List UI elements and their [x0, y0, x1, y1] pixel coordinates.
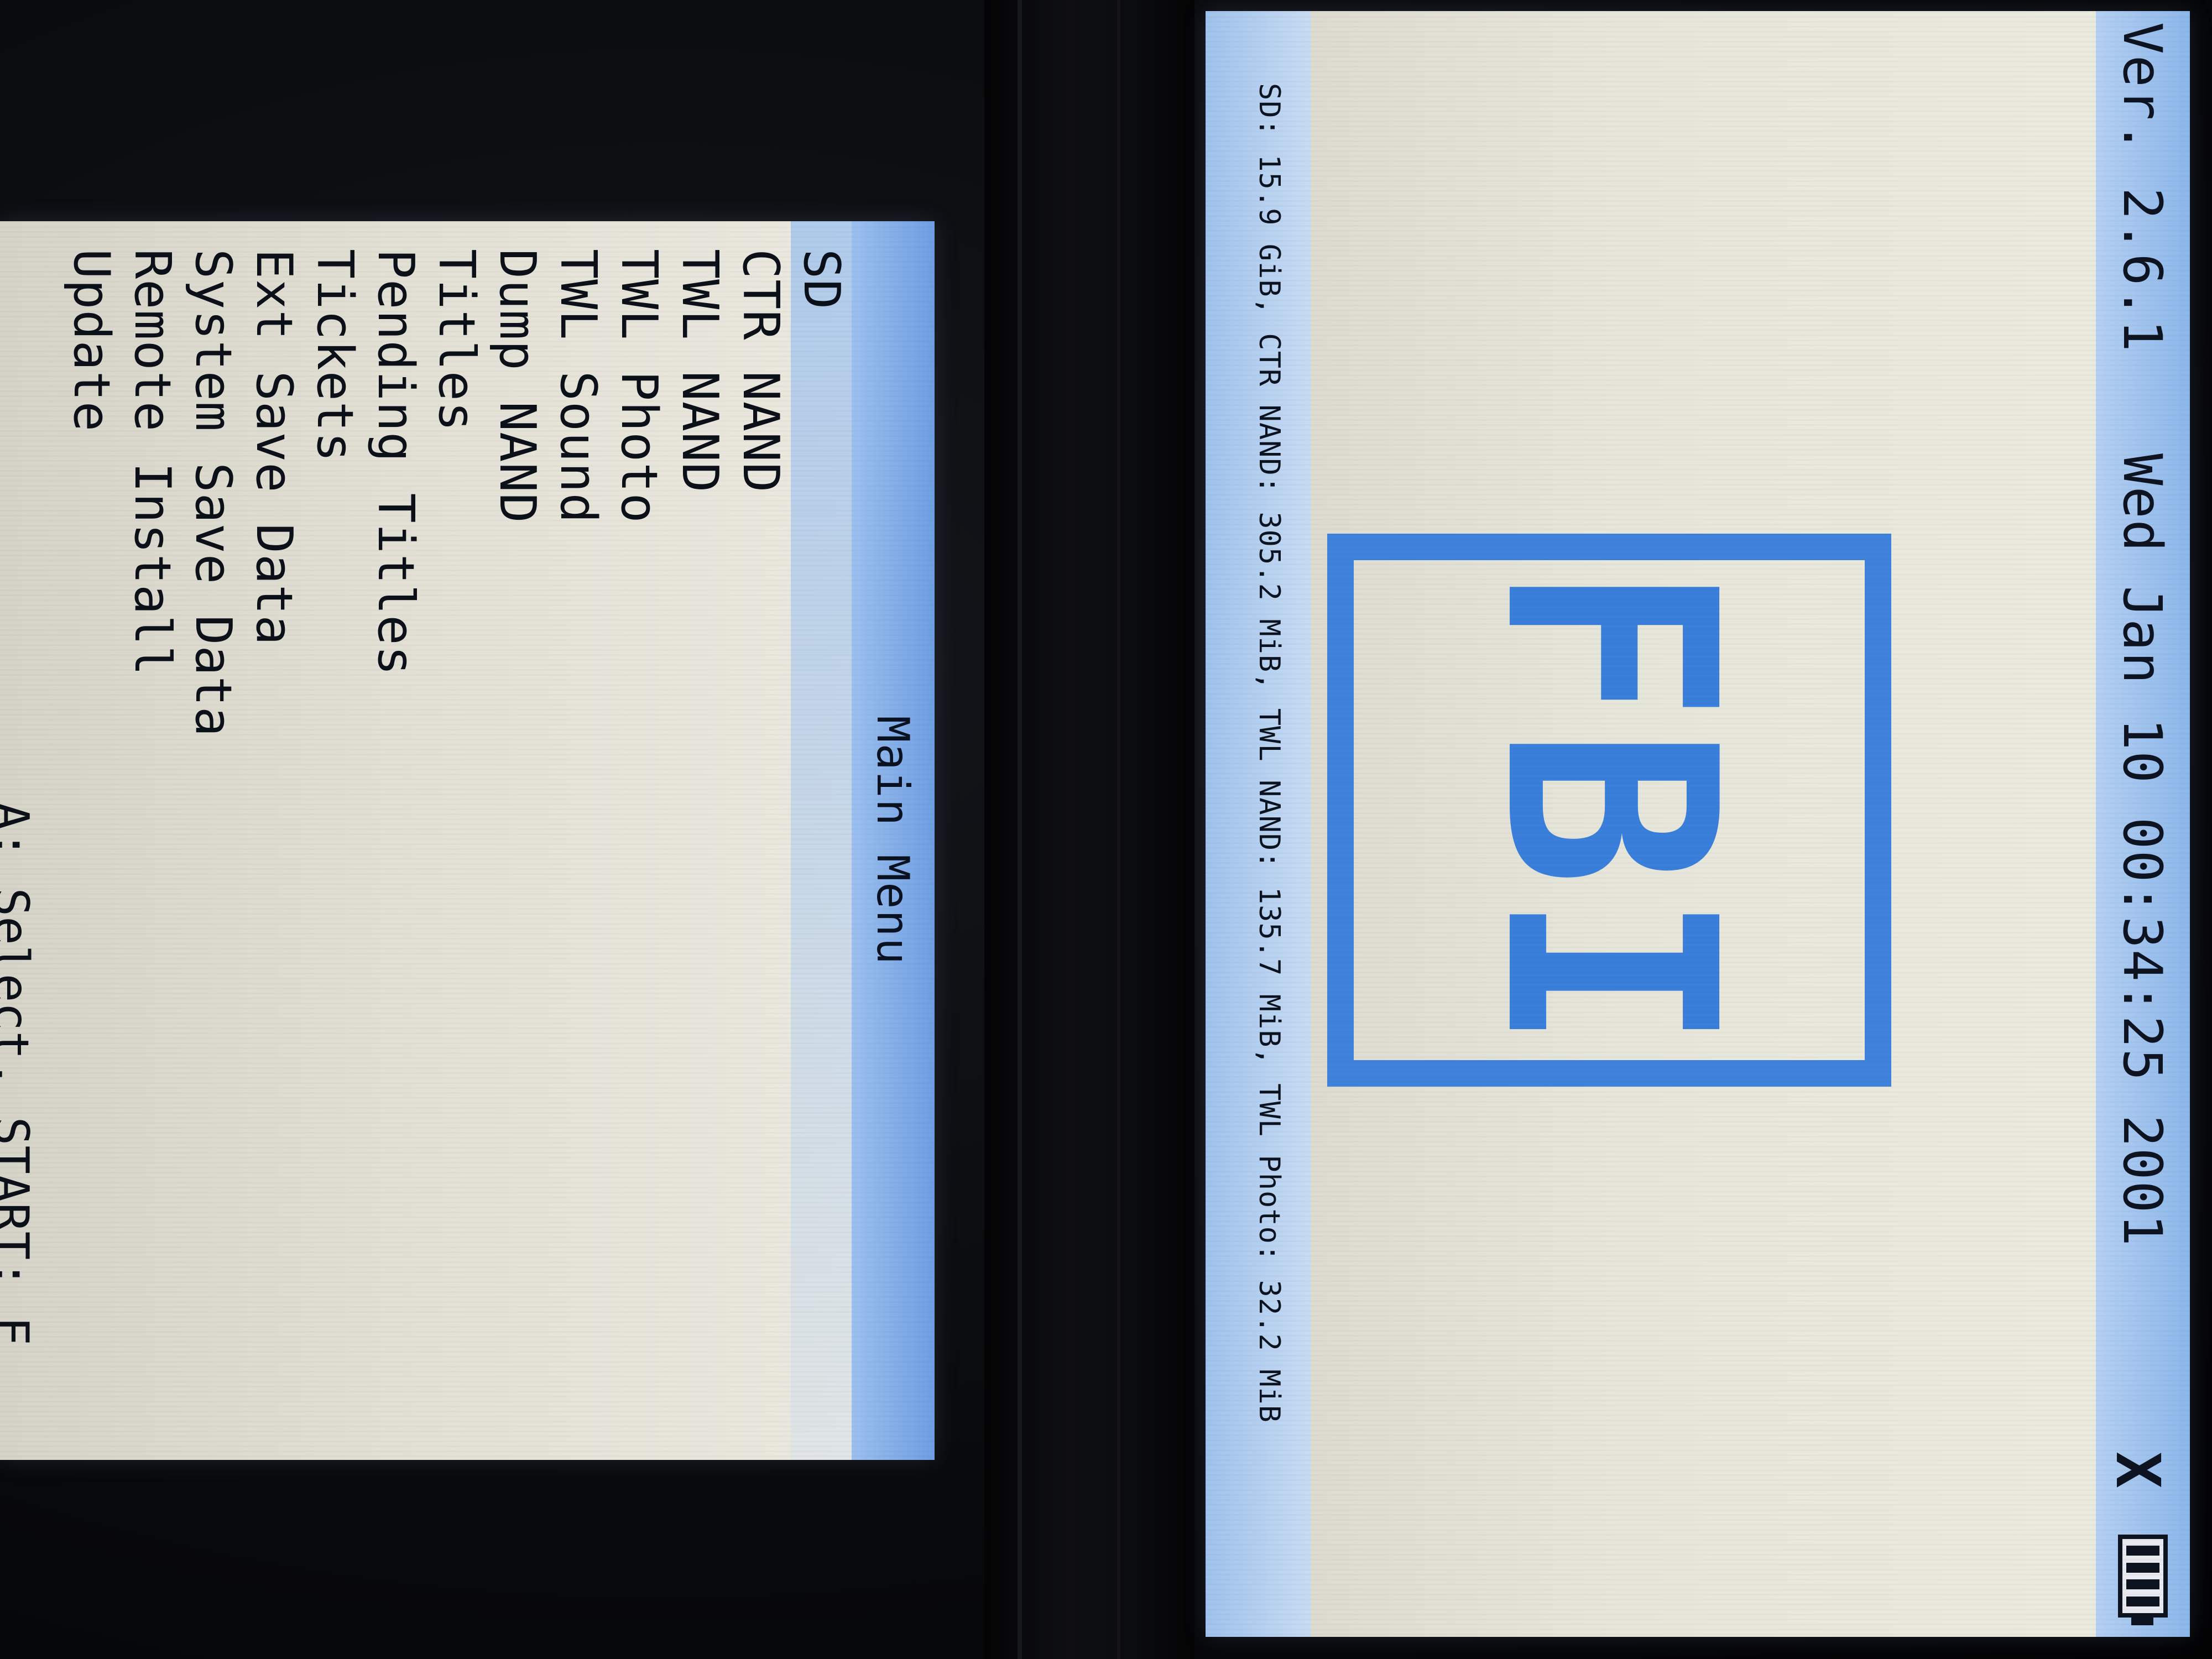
- controls-hint: A: Select, START: E: [0, 802, 39, 1346]
- main-menu-list: SD CTR NAND TWL NAND TWL Photo TWL Sound…: [0, 221, 852, 1460]
- menu-title: Main Menu: [867, 716, 919, 966]
- menu-item-twl-photo[interactable]: TWL Photo: [608, 249, 669, 1460]
- menu-item-twl-nand[interactable]: TWL NAND: [669, 249, 730, 1460]
- storage-info: SD: 15.9 GiB, CTR NAND: 305.2 MiB, TWL N…: [1253, 83, 1286, 1423]
- menu-item-update[interactable]: Update: [61, 249, 122, 1460]
- menu-item-remote-install[interactable]: Remote Install: [122, 249, 182, 1460]
- menu-item-pending-titles[interactable]: Pending Titles: [365, 249, 426, 1460]
- wifi-off-icon: X: [2103, 1452, 2173, 1489]
- menu-item-sd[interactable]: SD: [791, 221, 852, 1460]
- storage-info-bar: SD: 15.9 GiB, CTR NAND: 305.2 MiB, TWL N…: [1206, 11, 1311, 1637]
- menu-item-system-save-data[interactable]: System Save Data: [182, 249, 243, 1460]
- menu-item-ctr-nand[interactable]: CTR NAND: [730, 249, 791, 1460]
- top-screen: Ver. 2.6.1 Wed Jan 10 00:34:25 2001 X FB…: [1206, 11, 2190, 1637]
- status-bar: Ver. 2.6.1 Wed Jan 10 00:34:25 2001 X: [2096, 11, 2190, 1637]
- hinge-ridge: [1117, 0, 1120, 1659]
- menu-item-tickets[interactable]: Tickets: [304, 249, 365, 1460]
- version-label: Ver. 2.6.1: [2111, 22, 2173, 353]
- app-logo-text: FBI: [1442, 564, 1777, 1057]
- menu-item-titles[interactable]: Titles: [426, 249, 487, 1460]
- menu-header: Main Menu: [852, 221, 935, 1460]
- menu-item-dump-nand[interactable]: Dump NAND: [487, 249, 547, 1460]
- device-hinge: [984, 0, 1194, 1659]
- hinge-ridge: [1018, 0, 1022, 1659]
- menu-item-twl-sound[interactable]: TWL Sound: [547, 249, 608, 1460]
- app-logo: FBI: [1327, 534, 1891, 1087]
- bottom-screen: Main Menu SD CTR NAND TWL NAND TWL Photo…: [0, 221, 935, 1460]
- battery-full-icon: [2118, 1535, 2168, 1618]
- menu-item-ext-save-data[interactable]: Ext Save Data: [243, 249, 304, 1460]
- datetime-label: Wed Jan 10 00:34:25 2001: [2111, 453, 2173, 1248]
- logo-area: FBI: [1311, 11, 2096, 1637]
